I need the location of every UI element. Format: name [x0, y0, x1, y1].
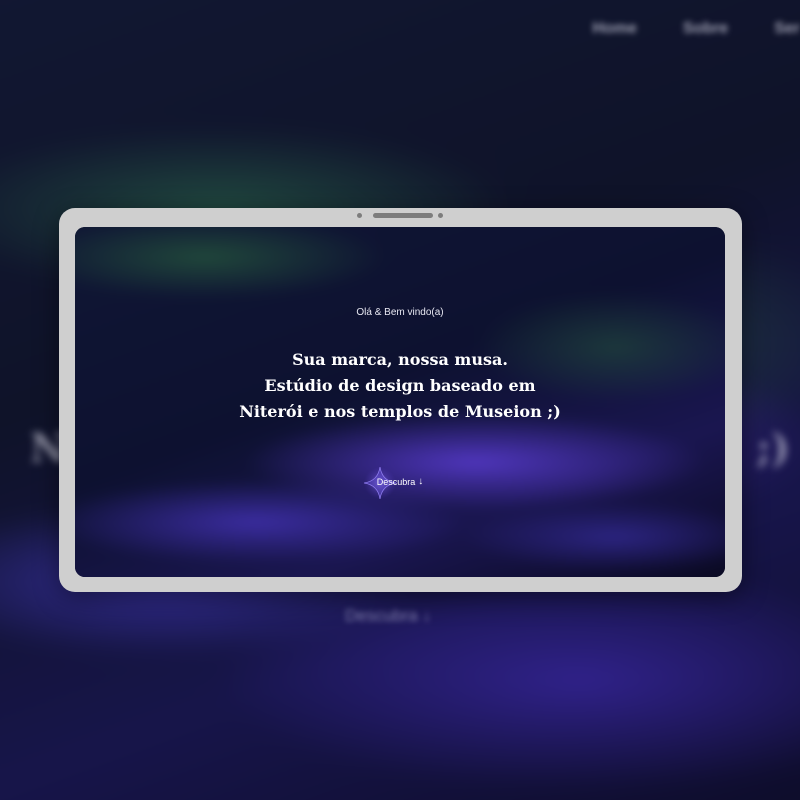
hero-section: Olá & Bem vindo(a) Sua marca, nossa musa…: [75, 227, 725, 577]
tablet-sensor-bar: [373, 213, 433, 218]
background-nav-ser: Ser: [774, 20, 800, 37]
discover-button-label: Descubra: [376, 477, 416, 487]
arrow-down-icon: ↓: [418, 476, 424, 487]
camera-dot: [357, 213, 362, 218]
background-headline-right: ;): [756, 425, 790, 472]
discover-button[interactable]: Descubra ↓: [363, 466, 424, 500]
background-nav-sobre: Sobre: [682, 20, 729, 37]
tablet-device: Olá & Bem vindo(a) Sua marca, nossa musa…: [59, 208, 742, 592]
hero-greeting: Olá & Bem vindo(a): [356, 307, 444, 318]
background-cta: Descubra ↓: [345, 606, 431, 625]
tablet-screen: Olá & Bem vindo(a) Sua marca, nossa musa…: [75, 227, 725, 577]
background-nav-home: Home: [592, 20, 637, 37]
background-nav: Home Sobre Ser: [592, 20, 800, 38]
cta-container: Descubra ↓: [75, 466, 725, 500]
sensor-dot: [438, 213, 443, 218]
hero-headline-line-3: Niterói e nos templos de Museion ;): [239, 402, 561, 421]
presentation-scene: Home Sobre Ser N ;) Descubra ↓ Olá & Bem…: [0, 0, 800, 800]
hero-headline-line-2: Estúdio de design baseado em: [264, 376, 536, 395]
hero-headline: Sua marca, nossa musa. Estúdio de design…: [75, 347, 725, 425]
hero-headline-line-1: Sua marca, nossa musa.: [292, 350, 508, 369]
